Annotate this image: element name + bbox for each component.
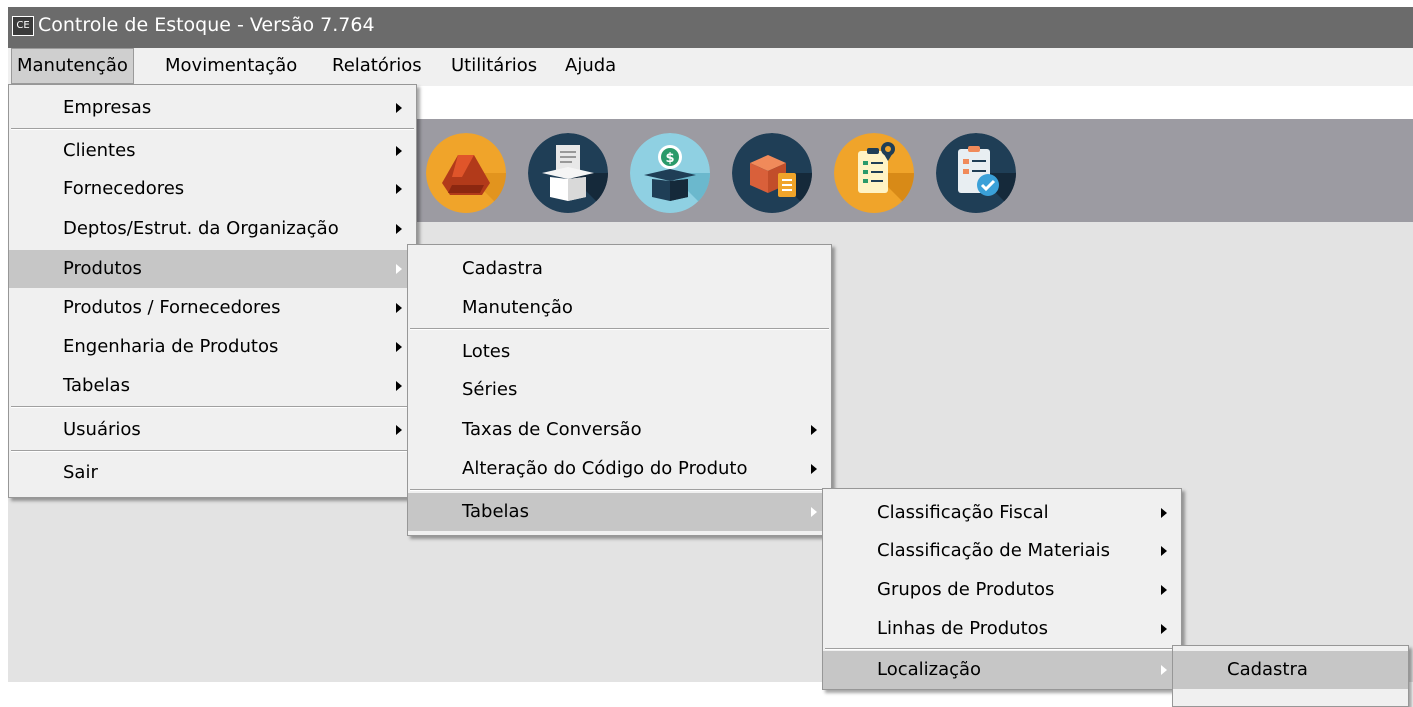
window-title: Controle de Estoque - Versão 7.764: [38, 14, 375, 36]
boxes-checklist-icon[interactable]: [732, 133, 812, 213]
clipboard-location-icon[interactable]: [834, 133, 914, 213]
submenu-arrow-icon: [811, 507, 817, 517]
menu-item-label: Produtos: [63, 258, 142, 279]
submenu-arrow-icon: [1161, 508, 1167, 518]
submenu-arrow-icon: [396, 103, 402, 113]
submenu-arrow-icon: [396, 381, 402, 391]
tabelas-submenu: Classificação Fiscal Classificação de Ma…: [822, 488, 1182, 690]
submenu-arrow-icon: [396, 184, 402, 194]
menu-item-label: Classificação de Materiais: [877, 540, 1111, 561]
menu-item-clientes[interactable]: Clientes: [9, 132, 416, 170]
menu-item-manutencao[interactable]: Manutenção: [408, 289, 831, 327]
menu-item-label: Lotes: [462, 341, 511, 362]
menu-item-cadastra[interactable]: Cadastra: [408, 250, 831, 288]
menu-item-label: Produtos / Fornecedores: [63, 297, 281, 318]
menu-separator: [11, 450, 414, 452]
svg-text:$: $: [665, 151, 674, 166]
menu-item-label: Localização: [877, 659, 982, 680]
menu-item-engenharia[interactable]: Engenharia de Produtos: [9, 328, 416, 366]
produtos-submenu: Cadastra Manutenção Lotes Séries Taxas d…: [407, 244, 832, 536]
menu-item-usuarios[interactable]: Usuários: [9, 411, 416, 449]
submenu-arrow-icon: [396, 264, 402, 274]
menu-item-label: Linhas de Produtos: [877, 618, 1049, 639]
menu-item-localizacao[interactable]: Localização: [823, 651, 1181, 689]
drive-triangle-icon[interactable]: [426, 133, 506, 213]
submenu-arrow-icon: [1161, 665, 1167, 675]
menu-item-label: Fornecedores: [63, 178, 185, 199]
menu-item-taxas-conversao[interactable]: Taxas de Conversão: [408, 411, 831, 449]
submenu-arrow-icon: [811, 464, 817, 474]
menu-item-series[interactable]: Séries: [408, 371, 831, 409]
menu-item-tabelas[interactable]: Tabelas: [9, 367, 416, 405]
menu-item-label: Grupos de Produtos: [877, 579, 1055, 600]
submenu-arrow-icon: [1161, 546, 1167, 556]
menu-item-label: Tabelas: [63, 375, 130, 396]
menu-relatorios[interactable]: Relatórios: [327, 48, 427, 84]
menu-item-label: Classificação Fiscal: [877, 502, 1049, 523]
menu-item-label: Tabelas: [462, 501, 529, 522]
menu-separator: [825, 648, 1179, 650]
menu-item-linhas-produtos[interactable]: Linhas de Produtos: [823, 610, 1181, 648]
clipboard-check-icon[interactable]: [936, 133, 1016, 213]
app-icon[interactable]: CE: [12, 16, 34, 36]
menu-item-cadastra[interactable]: Cadastra: [1173, 651, 1408, 689]
menu-item-lotes[interactable]: Lotes: [408, 333, 831, 371]
submenu-arrow-icon: [396, 342, 402, 352]
menu-item-deptos[interactable]: Deptos/Estrut. da Organização: [9, 210, 416, 248]
menu-separator: [410, 489, 829, 491]
menu-item-grupos-produtos[interactable]: Grupos de Produtos: [823, 571, 1181, 609]
menu-movimentacao[interactable]: Movimentação: [160, 48, 302, 84]
money-box-icon[interactable]: $: [630, 133, 710, 213]
menu-item-tabelas[interactable]: Tabelas: [408, 493, 831, 531]
menu-item-label: Usuários: [63, 419, 141, 440]
menu-manutencao[interactable]: Manutenção: [11, 48, 134, 84]
submenu-arrow-icon: [396, 146, 402, 156]
localizacao-submenu: Cadastra: [1172, 645, 1409, 707]
menu-item-label: Clientes: [63, 140, 136, 161]
menu-item-alteracao-codigo[interactable]: Alteração do Código do Produto: [408, 450, 831, 488]
menu-utilitarios[interactable]: Utilitários: [446, 48, 542, 84]
menu-item-empresas[interactable]: Empresas: [9, 89, 416, 127]
submenu-arrow-icon: [396, 425, 402, 435]
menu-item-label: Sair: [63, 462, 98, 483]
title-bar[interactable]: CE Controle de Estoque - Versão 7.764: [8, 7, 1413, 48]
menu-item-produtos-fornecedores[interactable]: Produtos / Fornecedores: [9, 289, 416, 327]
menu-ajuda[interactable]: Ajuda: [560, 48, 621, 84]
menu-item-label: Deptos/Estrut. da Organização: [63, 218, 339, 239]
menu-item-sair[interactable]: Sair: [9, 454, 416, 492]
submenu-arrow-icon: [396, 224, 402, 234]
menu-item-label: Engenharia de Produtos: [63, 336, 279, 357]
submenu-arrow-icon: [811, 425, 817, 435]
menu-separator: [410, 328, 829, 330]
submenu-arrow-icon: [1161, 585, 1167, 595]
menu-item-label: Manutenção: [462, 297, 573, 318]
menu-separator: [11, 128, 414, 130]
menu-item-label: Alteração do Código do Produto: [462, 458, 748, 479]
submenu-arrow-icon: [396, 303, 402, 313]
menu-item-fornecedores[interactable]: Fornecedores: [9, 170, 416, 208]
menu-item-label: Empresas: [63, 97, 152, 118]
menu-item-label: Cadastra: [462, 258, 543, 279]
menu-item-label: Séries: [462, 379, 518, 400]
menu-separator: [11, 406, 414, 408]
menu-item-classificacao-fiscal[interactable]: Classificação Fiscal: [823, 494, 1181, 532]
menu-item-label: Taxas de Conversão: [462, 419, 642, 440]
menu-item-label: Cadastra: [1227, 659, 1308, 680]
submenu-arrow-icon: [1161, 624, 1167, 634]
menu-item-classificacao-materiais[interactable]: Classificação de Materiais: [823, 532, 1181, 570]
open-box-document-icon[interactable]: [528, 133, 608, 213]
menu-bar: Manutenção Movimentação Relatórios Utili…: [8, 48, 1413, 86]
manutencao-menu: Empresas Clientes Fornecedores Deptos/Es…: [8, 84, 417, 498]
menu-item-produtos[interactable]: Produtos: [9, 250, 416, 288]
